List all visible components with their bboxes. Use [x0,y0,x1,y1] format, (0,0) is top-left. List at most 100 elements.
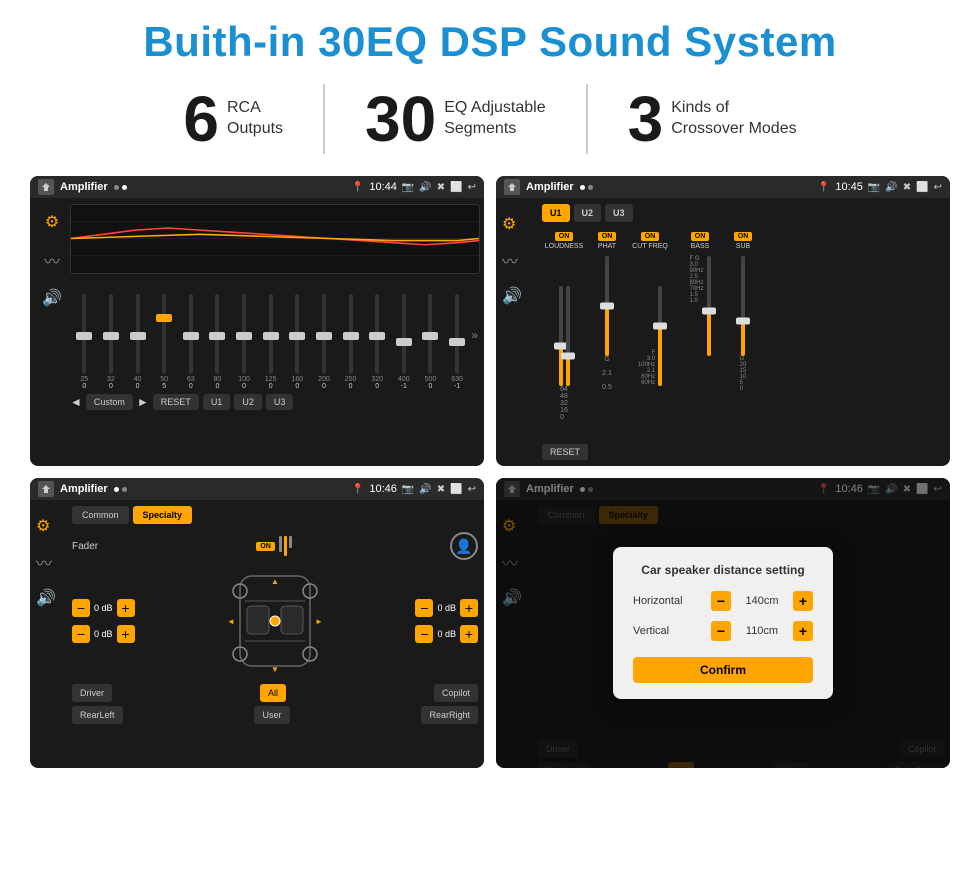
status-right-1: 📍 10:44 📷🔊✖⬜↩ [352,181,476,193]
status-time-3: 10:46 [369,483,397,495]
loudness-scale: 644832160 [560,386,568,421]
vertical-value: 110cm [737,625,787,637]
stat-number-6: 6 [183,87,219,151]
eq-band-1: 32 0 [99,294,124,390]
u1-preset-button[interactable]: U1 [542,204,570,222]
confirm-button[interactable]: Confirm [633,657,813,683]
eq-filter-icon[interactable]: ⚙ [45,212,59,232]
svg-text:►: ► [315,617,323,626]
loudness-slider-2[interactable] [566,286,570,386]
eq-wave-icon[interactable]: 〰 [44,248,60,272]
crossover-wave-icon[interactable]: 〰 [502,248,538,272]
rl-plus-button[interactable]: + [117,625,135,643]
fr-plus-button[interactable]: + [460,599,478,617]
custom-preset-button[interactable]: Custom [86,394,133,410]
bass-slider[interactable] [707,256,711,356]
horizontal-row: Horizontal − 140cm + [633,591,813,611]
fader-toggle-row: ON [256,536,292,556]
eq-band-11: 320 0 [365,294,390,390]
sub-values: G20151050 [740,356,747,392]
u3-button[interactable]: U3 [266,394,294,410]
crossover-reset-button[interactable]: RESET [542,444,588,460]
app-name-3: Amplifier [60,483,108,495]
all-button[interactable]: All [260,684,286,702]
sub-toggle[interactable]: ON [734,232,753,241]
phat-toggle[interactable]: ON [598,232,617,241]
fader-filter-icon[interactable]: ⚙ [36,516,72,536]
u3-preset-button[interactable]: U3 [605,204,633,222]
main-title: Buith-in 30EQ DSP Sound System [30,18,950,66]
fr-minus-button[interactable]: − [415,599,433,617]
stat-label-crossover: Kinds of Crossover Modes [671,98,796,140]
dot [122,185,127,190]
eq-band-9: 200 0 [312,294,337,390]
fader-wave-icon[interactable]: 〰 [36,550,72,574]
prev-preset-button[interactable]: ◄ [70,395,82,409]
cutfreq-slider[interactable] [658,286,662,386]
home-icon-1[interactable] [38,179,54,195]
status-bar-1: Amplifier 📍 10:44 📷🔊✖⬜↩ [30,176,484,198]
u2-preset-button[interactable]: U2 [574,204,602,222]
sub-slider[interactable] [741,256,745,356]
horizontal-minus-button[interactable]: − [711,591,731,611]
stat-number-30: 30 [365,87,436,151]
svg-text:◄: ◄ [227,617,235,626]
fl-plus-button[interactable]: + [117,599,135,617]
fader-tabs: Common Specialty [72,506,478,524]
phat-label: PHAT [598,243,616,250]
rearleft-button[interactable]: RearLeft [72,706,123,724]
fader-speaker-icon[interactable]: 🔊 [36,588,72,608]
vertical-plus-button[interactable]: + [793,621,813,641]
loudness-toggle[interactable]: ON [555,232,574,241]
screen-dialog: Amplifier 📍 10:46 📷🔊✖⬜↩ ⚙ 〰 🔊 [496,478,950,768]
eq-band-2: 40 0 [125,294,150,390]
crossover-filter-icon[interactable]: ⚙ [502,214,538,234]
bass-toggle[interactable]: ON [691,232,710,241]
home-icon-3[interactable] [38,481,54,497]
more-bands-arrow[interactable]: » [471,328,478,342]
eq-speaker-icon[interactable]: 🔊 [42,288,62,308]
fader-toggle[interactable]: ON [256,542,275,551]
page-wrapper: Buith-in 30EQ DSP Sound System 6 RCA Out… [0,0,980,881]
crossover-main: U1 U2 U3 ON LOUDNESS [542,204,944,460]
rr-plus-button[interactable]: + [460,625,478,643]
rearright-button[interactable]: RearRight [421,706,478,724]
dot [122,487,127,492]
screen-fader: Amplifier 📍 10:46 📷🔊✖⬜↩ ⚙ 〰 🔊 [30,478,484,768]
rr-minus-button[interactable]: − [415,625,433,643]
eq-band-8: 160 0 [285,294,310,390]
right-db-controls: − 0 dB + − 0 dB + [415,599,478,643]
dialog-box: Car speaker distance setting Horizontal … [613,547,833,699]
specialty-tab[interactable]: Specialty [133,506,193,524]
u2-button[interactable]: U2 [234,394,262,410]
reset-button[interactable]: RESET [153,394,199,410]
fl-db-control: − 0 dB + [72,599,135,617]
cutfreq-toggle[interactable]: ON [641,232,660,241]
common-tab[interactable]: Common [72,506,129,524]
driver-button[interactable]: Driver [72,684,112,702]
copilot-button[interactable]: Copilot [434,684,478,702]
profile-icon[interactable]: 👤 [450,532,478,560]
status-left-2: Amplifier [504,179,593,195]
rl-minus-button[interactable]: − [72,625,90,643]
play-button[interactable]: ► [137,395,149,409]
vertical-minus-button[interactable]: − [711,621,731,641]
horizontal-plus-button[interactable]: + [793,591,813,611]
eq-band-10: 250 0 [338,294,363,390]
user-button[interactable]: User [254,706,289,724]
bass-scale-f: F G3.090Hz2.580Hz70Hz1.51.0 [689,256,703,356]
bass-channel: ON BASS F G3.090Hz2.580Hz70Hz1.51.0 [678,232,722,436]
crossover-content: ⚙ 〰 🔊 U1 U2 U3 ON [496,198,950,466]
fl-minus-button[interactable]: − [72,599,90,617]
app-name-2: Amplifier [526,181,574,193]
crossover-sidebar: ⚙ 〰 🔊 [502,204,538,460]
crossover-speaker-icon[interactable]: 🔊 [502,286,538,306]
eq-band-5: 80 0 [205,294,230,390]
fader-bottom-btns-2: RearLeft User RearRight [72,706,478,724]
phat-slider[interactable] [605,256,609,356]
car-diagram: ▲ ▼ ◄ ► [225,566,325,676]
dot [580,185,585,190]
loudness-slider-1[interactable] [559,286,563,386]
u1-button[interactable]: U1 [203,394,231,410]
home-icon-2[interactable] [504,179,520,195]
